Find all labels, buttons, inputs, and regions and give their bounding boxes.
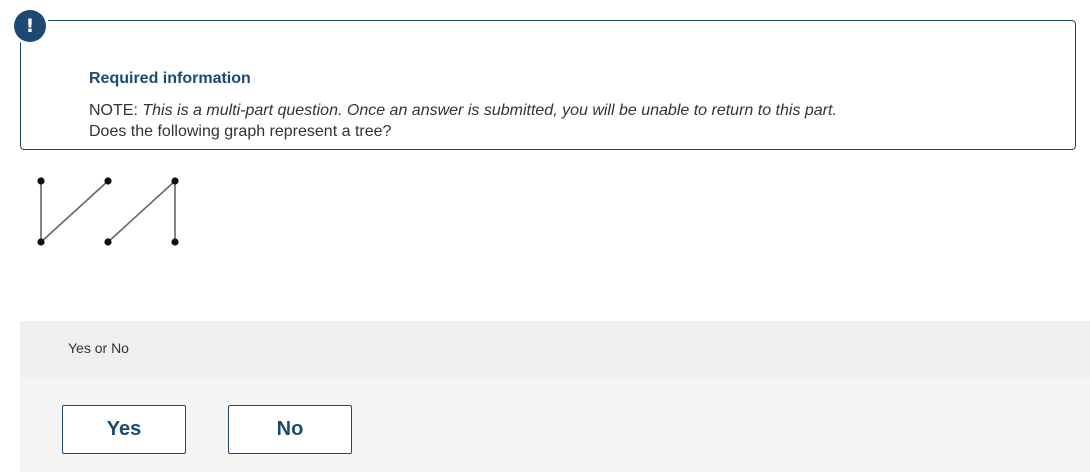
graph-vertex	[37, 177, 45, 185]
no-button[interactable]: No	[228, 405, 352, 454]
note-label: NOTE:	[89, 102, 138, 119]
answer-header: Yes or No	[20, 321, 1090, 377]
answer-options: Yes No	[20, 377, 1090, 472]
note-line: NOTE: This is a multi-part question. Onc…	[89, 102, 837, 120]
answer-prompt: Yes or No	[68, 340, 129, 356]
yes-button[interactable]: Yes	[62, 405, 186, 454]
graph-vertex	[171, 238, 179, 246]
question-text: Does the following graph represent a tre…	[89, 123, 392, 140]
graph-edge	[40, 180, 109, 243]
note-text: This is a multi-part question. Once an a…	[142, 102, 837, 119]
exclamation-icon: !	[14, 10, 46, 42]
info-title: Required information	[89, 70, 251, 87]
graph-figure	[37, 177, 179, 246]
required-info-card: Required information NOTE: This is a mul…	[20, 20, 1076, 150]
graph-vertex	[171, 177, 179, 185]
graph-vertex	[104, 177, 112, 185]
graph-edge	[107, 180, 176, 243]
graph-vertex	[37, 238, 45, 246]
graph-vertex	[104, 238, 112, 246]
